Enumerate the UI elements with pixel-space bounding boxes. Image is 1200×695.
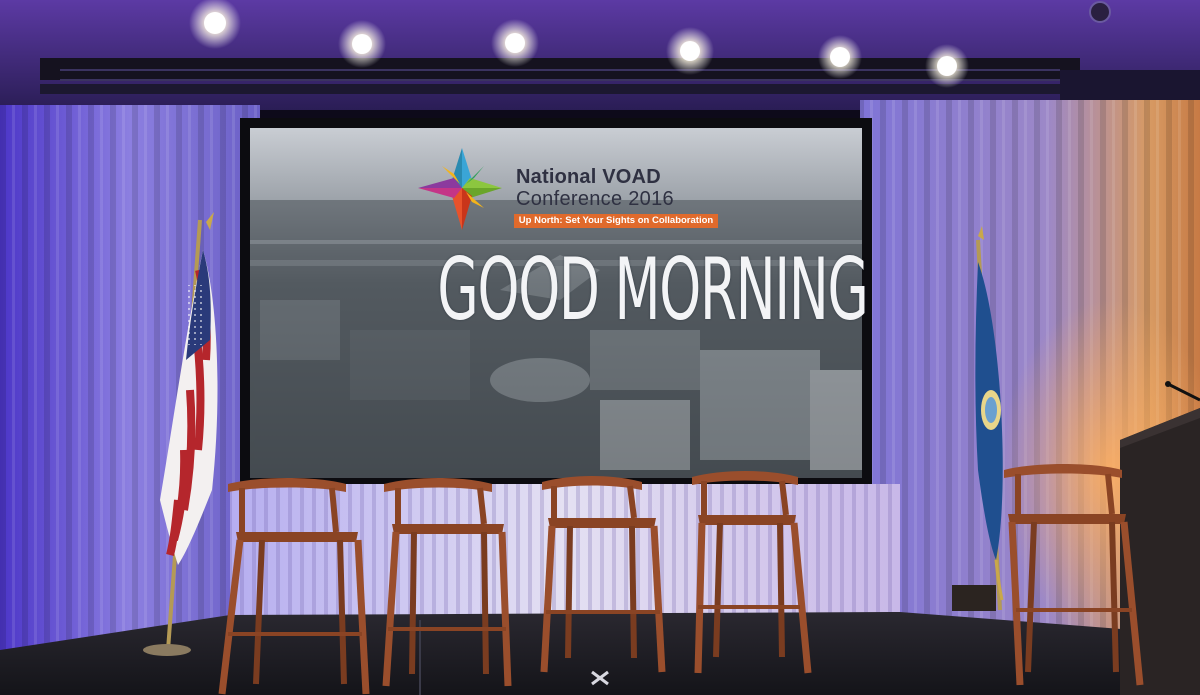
stage-monitor-box [952, 585, 996, 611]
conference-title-line2: Conference 2016 [516, 188, 674, 210]
conference-stage-photo: National VOAD Conference 2016 Up North: … [0, 0, 1200, 695]
spotlight-icon [925, 44, 969, 88]
conference-title: National VOAD Conference 2016 [516, 166, 674, 210]
conference-title-line1: National VOAD [516, 166, 661, 188]
spotlight-icon [491, 19, 539, 67]
spotlight-icon [338, 20, 386, 68]
ceiling-vent-icon [1089, 1, 1111, 23]
spotlight-icon [666, 27, 714, 75]
conference-tagline: Up North: Set Your Sights on Collaborati… [514, 214, 718, 228]
slide-headline: GOOD MORNING [437, 240, 868, 340]
spotlight-icon [818, 35, 862, 79]
projected-slide: National VOAD Conference 2016 Up North: … [250, 128, 868, 478]
